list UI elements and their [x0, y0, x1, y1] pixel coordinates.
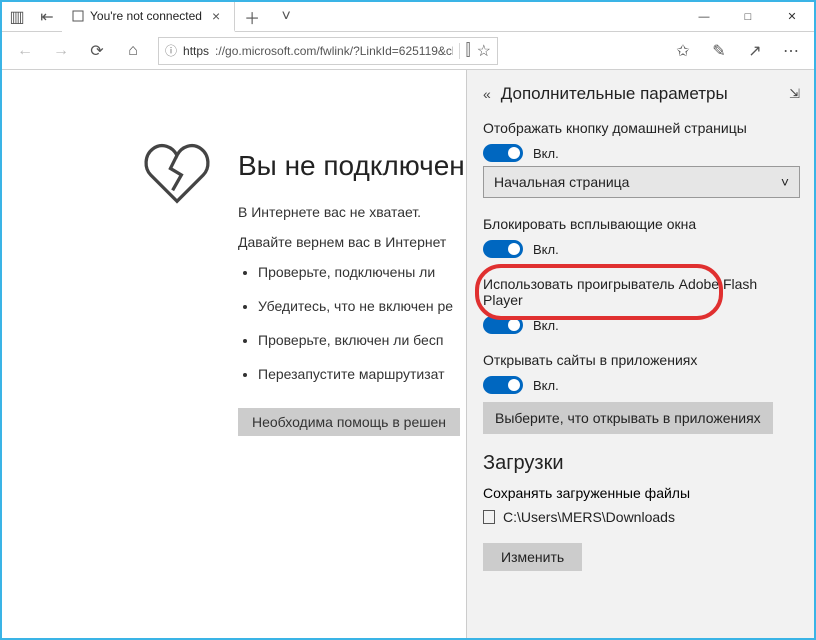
broken-heart-icon	[142, 140, 212, 210]
maximize-button[interactable]: □	[726, 2, 770, 31]
block-popups-section: Блокировать всплывающие окна Вкл.	[483, 216, 800, 258]
panel-title: Дополнительные параметры	[501, 84, 779, 104]
close-window-button[interactable]: ✕	[770, 2, 814, 31]
addr-separator	[459, 43, 460, 59]
downloads-path: C:\Users\MERS\Downloads	[503, 509, 675, 525]
site-info-icon[interactable]: ⓘ	[165, 42, 177, 59]
share-icon[interactable]: ↗	[738, 36, 772, 66]
dropdown-value: Начальная страница	[494, 174, 629, 190]
flash-player-section: Использовать проигрыватель Adobe Flash P…	[483, 276, 800, 334]
back-button[interactable]: ←	[8, 36, 42, 66]
flash-toggle[interactable]	[483, 316, 523, 334]
refresh-button[interactable]: ⟳	[80, 36, 114, 66]
panel-back-icon[interactable]: «	[483, 86, 491, 102]
setting-label: Использовать проигрыватель Adobe Flash P…	[483, 276, 800, 308]
address-bar[interactable]: ⓘ https ⫿ ☆	[158, 37, 498, 65]
tab-title: You're not connected	[90, 9, 202, 23]
tab-preview-toggle-icon[interactable]: ˅	[269, 2, 303, 31]
home-button-toggle[interactable]	[483, 144, 523, 162]
content-area: Вы не подключены В Интернете вас не хват…	[2, 70, 814, 638]
forward-button[interactable]: →	[44, 36, 78, 66]
set-aside-tabs-icon[interactable]: ⇤	[32, 2, 62, 31]
toolbar: ← → ⟳ ⌂ ⓘ https ⫿ ☆ ✩ ✎ ↗ ⋯	[2, 32, 814, 70]
new-tab-button[interactable]: ＋	[235, 2, 269, 31]
url-scheme: https	[183, 44, 209, 58]
edge-window: ▥ ⇤ You're not connected × ＋ ˅ — □ ✕ ← →…	[0, 0, 816, 640]
pin-panel-icon[interactable]: ⇲	[789, 86, 800, 102]
url-input[interactable]	[215, 44, 453, 58]
change-downloads-folder-button[interactable]: Изменить	[483, 543, 582, 571]
browser-tab[interactable]: You're not connected ×	[62, 2, 235, 32]
downloads-heading: Загрузки	[483, 452, 800, 475]
home-button[interactable]: ⌂	[116, 36, 150, 66]
page-icon	[72, 10, 84, 22]
toggle-state: Вкл.	[533, 242, 559, 257]
notes-icon[interactable]: ✎	[702, 36, 736, 66]
close-tab-icon[interactable]: ×	[208, 8, 224, 24]
favorite-star-icon[interactable]: ☆	[477, 41, 491, 61]
open-in-apps-section: Открывать сайты в приложениях Вкл. Выбер…	[483, 352, 800, 434]
setting-label: Блокировать всплывающие окна	[483, 216, 800, 232]
choose-apps-button[interactable]: Выберите, что открывать в приложениях	[483, 402, 773, 434]
setting-label: Открывать сайты в приложениях	[483, 352, 800, 368]
toggle-state: Вкл.	[533, 318, 559, 333]
open-in-apps-toggle[interactable]	[483, 376, 523, 394]
reading-view-icon[interactable]: ⫿	[466, 42, 471, 60]
toggle-state: Вкл.	[533, 146, 559, 161]
folder-icon	[483, 510, 495, 524]
downloads-path-row: C:\Users\MERS\Downloads	[483, 509, 800, 525]
minimize-button[interactable]: —	[682, 2, 726, 31]
chevron-down-icon: ˅	[781, 174, 789, 190]
tab-actions-left-icon[interactable]: ▥	[2, 2, 32, 31]
titlebar: ▥ ⇤ You're not connected × ＋ ˅ — □ ✕	[2, 2, 814, 32]
block-popups-toggle[interactable]	[483, 240, 523, 258]
show-home-button-section: Отображать кнопку домашней страницы Вкл.…	[483, 120, 800, 198]
downloads-subheading: Сохранять загруженные файлы	[483, 485, 800, 501]
more-icon[interactable]: ⋯	[774, 36, 808, 66]
home-page-dropdown[interactable]: Начальная страница ˅	[483, 166, 800, 198]
toggle-state: Вкл.	[533, 378, 559, 393]
setting-label: Отображать кнопку домашней страницы	[483, 120, 800, 136]
advanced-settings-panel: « Дополнительные параметры ⇲ Отображать …	[466, 70, 814, 638]
favorites-hub-icon[interactable]: ✩	[666, 36, 700, 66]
fix-connection-button[interactable]: Необходима помощь в решен	[238, 408, 460, 436]
